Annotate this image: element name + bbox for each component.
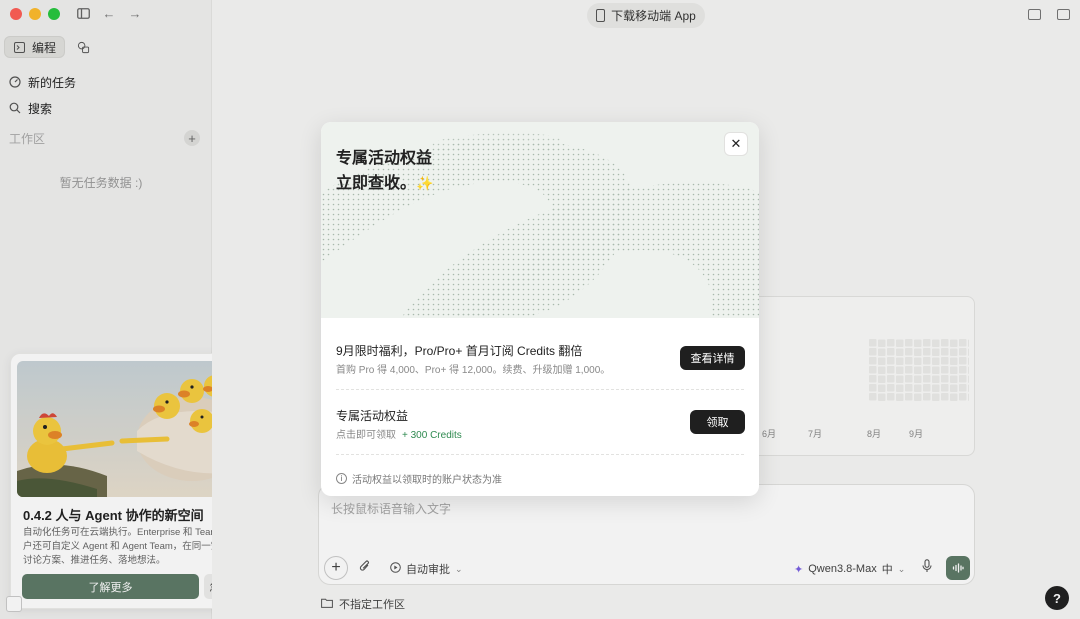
offer1-subtitle: 首购 Pro 得 4,000、Pro+ 得 12,000。续费、升级加赠 1,0… bbox=[336, 365, 611, 376]
sparkle-icon: ✨ bbox=[416, 175, 434, 191]
claim-button[interactable]: 领取 bbox=[690, 410, 745, 434]
offer2-subtitle-text: 点击即可领取 bbox=[336, 430, 396, 441]
divider bbox=[336, 454, 744, 455]
modal-note-text: 活动权益以领取时的账户状态为准 bbox=[352, 475, 502, 486]
modal-title: 专属活动权益 立即查收。✨ bbox=[336, 146, 433, 196]
modal-title-line2: 立即查收。 bbox=[336, 175, 417, 192]
promo-modal: 专属活动权益 立即查收。✨ ✕ 9月限时福利，Pro/Pro+ 首月订阅 Cre… bbox=[321, 122, 759, 496]
view-details-button[interactable]: 查看详情 bbox=[680, 346, 745, 370]
modal-hero: 专属活动权益 立即查收。✨ ✕ bbox=[321, 122, 759, 318]
info-icon: i bbox=[336, 473, 347, 484]
offer2-title: 专属活动权益 bbox=[336, 409, 409, 423]
credits-amount: + 300 Credits bbox=[402, 430, 462, 441]
close-button[interactable]: ✕ bbox=[724, 132, 748, 156]
modal-note: i 活动权益以领取时的账户状态为准 bbox=[336, 471, 502, 486]
offer1-title: 9月限时福利，Pro/Pro+ 首月订阅 Credits 翻倍 bbox=[336, 344, 583, 358]
modal-title-line1: 专属活动权益 bbox=[336, 150, 433, 167]
divider bbox=[336, 389, 744, 390]
offer2-subtitle: 点击即可领取 + 300 Credits bbox=[336, 426, 462, 441]
